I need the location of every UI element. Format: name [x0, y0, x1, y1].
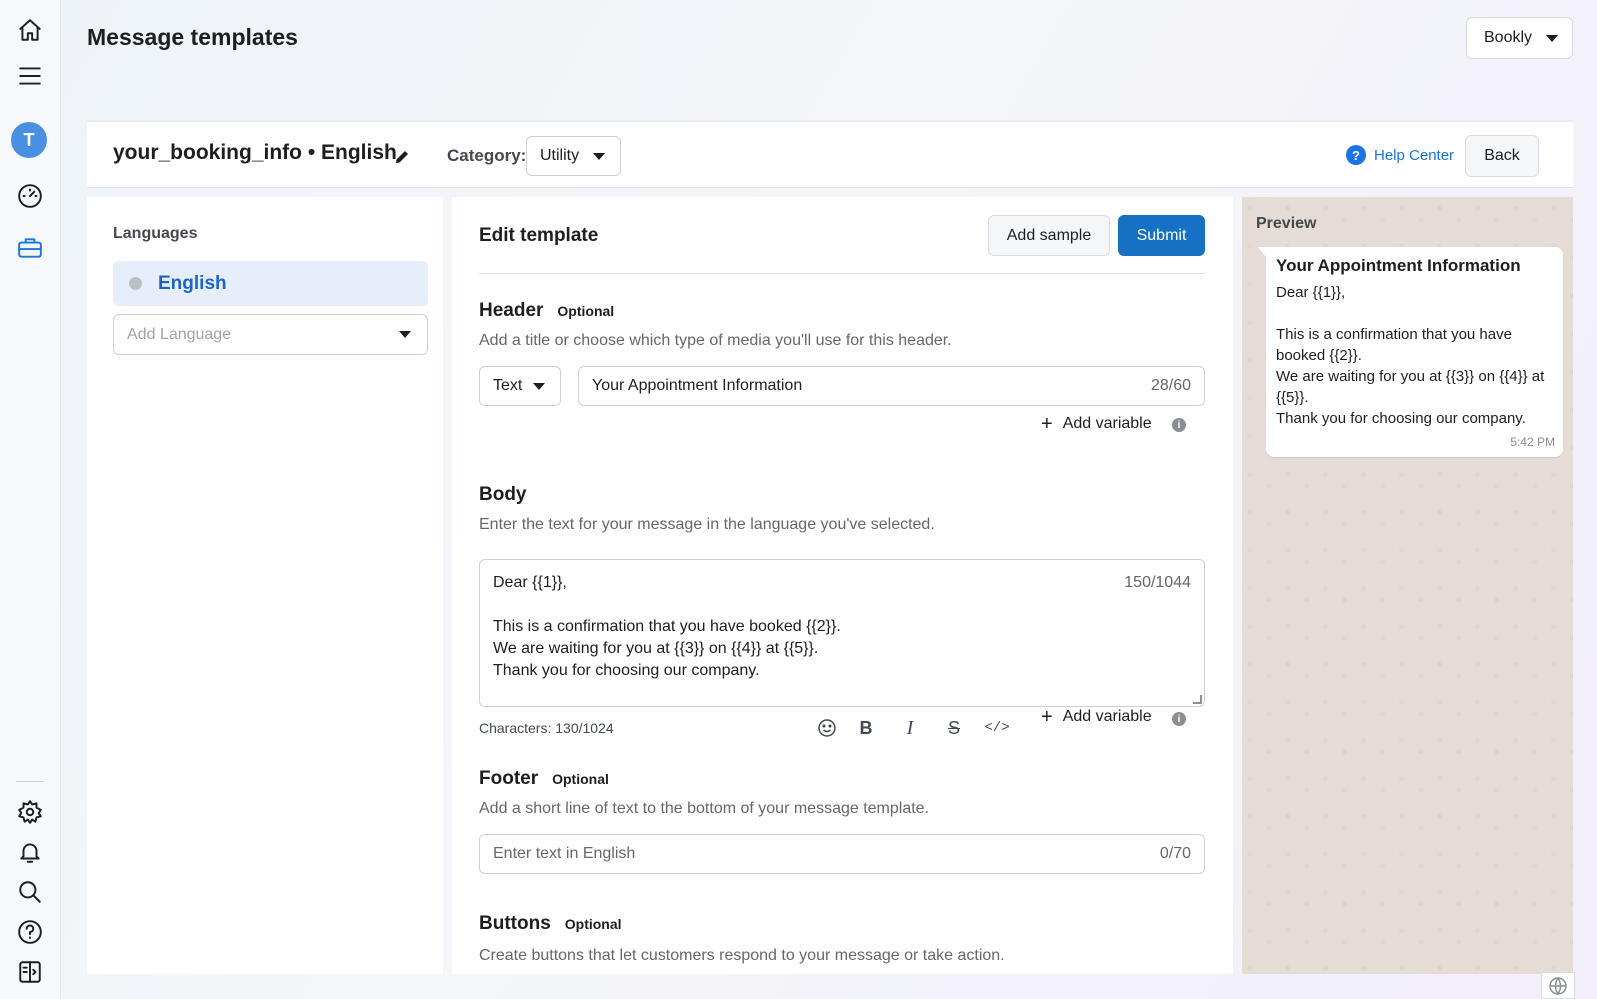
header-input-value: Your Appointment Information: [592, 377, 803, 394]
buttons-title: Buttons: [479, 913, 551, 934]
footer-char-counter: 0/70: [1159, 845, 1191, 862]
resize-handle-icon[interactable]: [1193, 695, 1202, 704]
search-icon[interactable]: [14, 876, 46, 908]
body-section-title: Body: [479, 484, 527, 505]
footer-text-input[interactable]: Enter text in English 0/70: [479, 834, 1205, 874]
strikethrough-icon[interactable]: S: [941, 715, 967, 741]
message-timestamp: 5:42 PM: [1510, 435, 1555, 449]
category-value: Utility: [540, 147, 580, 164]
header-type-value: Text: [493, 377, 523, 394]
add-language-placeholder: Add Language: [127, 325, 232, 343]
bell-icon[interactable]: [14, 836, 46, 868]
preview-line: [1276, 303, 1553, 324]
body-line: Dear {{1}},: [493, 574, 567, 591]
buttons-description: Create buttons that let customers respon…: [479, 947, 1005, 964]
category-dropdown[interactable]: Utility: [526, 136, 621, 176]
home-icon[interactable]: [14, 14, 46, 46]
preview-line: Dear {{1}},: [1276, 284, 1346, 301]
add-language-dropdown[interactable]: Add Language: [113, 314, 428, 355]
preview-title: Preview: [1256, 215, 1317, 232]
message-bubble: Your Appointment Information Dear {{1}},…: [1258, 247, 1563, 457]
avatar-letter: T: [23, 129, 35, 150]
body-line: Thank you for choosing our company.: [493, 662, 760, 679]
add-variable-label: Add variable: [1062, 708, 1152, 725]
body-textarea[interactable]: Dear {{1}}, This is a confirmation that …: [479, 559, 1205, 707]
header-text-input[interactable]: Your Appointment Information 28/60: [578, 366, 1205, 406]
header-type-dropdown[interactable]: Text: [479, 366, 561, 406]
nav-rail: T: [0, 0, 61, 999]
plus-icon: +: [1041, 413, 1053, 435]
header-description: Add a title or choose which type of medi…: [479, 332, 952, 349]
language-item-label: English: [158, 272, 227, 294]
body-add-variable-button[interactable]: + Add variable: [1041, 706, 1152, 728]
footer-description: Add a short line of text to the bottom o…: [479, 800, 930, 817]
bold-icon[interactable]: B: [853, 715, 879, 741]
language-item-english[interactable]: English: [113, 261, 428, 306]
optional-badge: Optional: [557, 303, 615, 319]
globe-icon[interactable]: [1541, 972, 1575, 999]
panel-toggle-icon[interactable]: [14, 956, 46, 988]
languages-title: Languages: [113, 225, 198, 242]
briefcase-icon[interactable]: [14, 232, 46, 264]
preview-header: Your Appointment Information: [1276, 256, 1521, 275]
add-variable-label: Add variable: [1062, 415, 1152, 432]
account-label: Bookly: [1484, 29, 1533, 46]
body-line: This is a confirmation that you have boo…: [493, 618, 841, 635]
body-char-counter: 150/1044: [1124, 574, 1191, 591]
header-add-variable-button[interactable]: + Add variable: [1041, 413, 1152, 435]
preview-line: Thank you for choosing our company.: [1276, 410, 1526, 427]
body-line: We are waiting for you at {{3}} on {{4}}…: [493, 640, 819, 657]
info-icon[interactable]: i: [1172, 418, 1186, 432]
footer-section-title: Footer Optional: [479, 768, 609, 790]
italic-icon[interactable]: I: [897, 715, 923, 741]
account-selector[interactable]: Bookly: [1466, 17, 1573, 59]
category-label: Category:: [447, 146, 527, 165]
help-center-link[interactable]: ? Help Center: [1346, 145, 1454, 165]
page-title: Message templates: [87, 24, 298, 50]
status-dot-icon: [129, 277, 142, 290]
optional-badge: Optional: [564, 916, 622, 932]
chevron-down-icon: [593, 152, 605, 160]
buttons-section-title: Buttons Optional: [479, 913, 622, 935]
preview-panel: Preview Your Appointment Information Dea…: [1242, 197, 1573, 974]
submit-button[interactable]: Submit: [1118, 215, 1205, 256]
chevron-down-icon: [1546, 34, 1558, 42]
preview-line: This is a confirmation that you have boo…: [1276, 326, 1512, 364]
add-sample-button[interactable]: Add sample: [988, 215, 1110, 256]
question-icon: ?: [1346, 145, 1366, 165]
template-toolbar: your_booking_info • English Category: Ut…: [87, 120, 1573, 188]
settings-icon[interactable]: [14, 796, 46, 828]
chevron-down-icon: [399, 331, 411, 338]
help-center-label: Help Center: [1374, 146, 1455, 164]
body-line: [493, 594, 1191, 616]
footer-title: Footer: [479, 768, 539, 789]
dashboard-gauge-icon[interactable]: [14, 180, 46, 212]
languages-panel: Languages English Add Language: [87, 197, 443, 974]
edit-template-title: Edit template: [479, 225, 599, 246]
help-icon[interactable]: [14, 916, 46, 948]
menu-icon[interactable]: [14, 60, 46, 92]
body-characters-count: Characters: 130/1024: [479, 720, 614, 736]
header-section-title: Header Optional: [479, 300, 614, 322]
header-char-counter: 28/60: [1150, 377, 1191, 394]
avatar[interactable]: T: [11, 122, 47, 158]
optional-badge: Optional: [552, 771, 609, 787]
edit-template-panel: Edit template Add sample Submit Header Op…: [452, 197, 1233, 974]
back-button[interactable]: Back: [1465, 135, 1539, 177]
divider: [479, 273, 1205, 274]
rail-divider: [16, 781, 44, 782]
template-name: your_booking_info • English: [113, 141, 397, 164]
header-title: Header: [479, 300, 544, 321]
chevron-down-icon: [533, 382, 545, 390]
pencil-icon[interactable]: [392, 147, 412, 167]
plus-icon: +: [1041, 706, 1053, 728]
preview-line: We are waiting for you at {{3}} on {{4}}…: [1276, 368, 1545, 406]
body-description: Enter the text for your message in the l…: [479, 516, 935, 533]
code-icon[interactable]: </>: [984, 715, 1010, 741]
info-icon[interactable]: i: [1172, 712, 1186, 726]
emoji-icon[interactable]: [814, 715, 840, 741]
footer-placeholder: Enter text in English: [493, 845, 636, 862]
